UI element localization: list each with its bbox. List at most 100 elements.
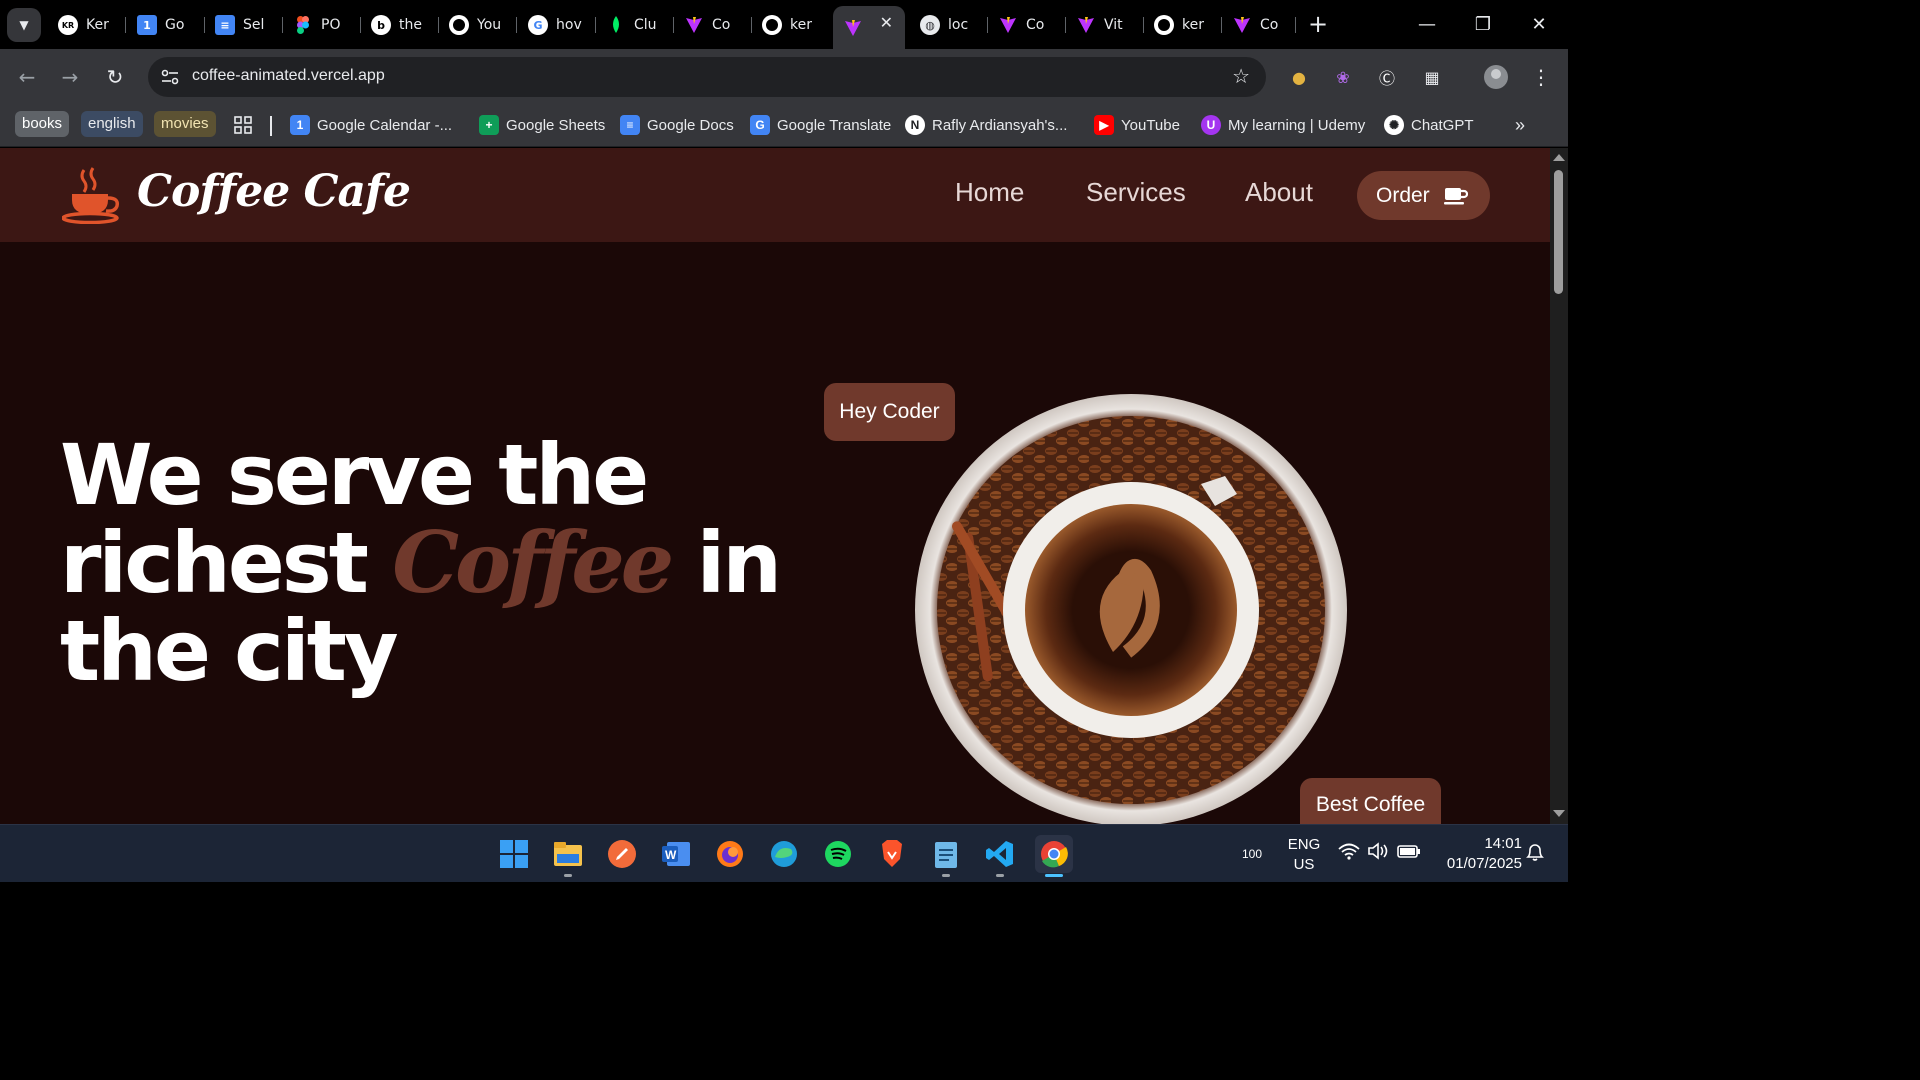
- nav-services[interactable]: Services: [1086, 177, 1186, 208]
- google-icon: G: [528, 15, 548, 35]
- site-settings-icon[interactable]: [158, 65, 182, 89]
- bookmark-label: YouTube: [1121, 116, 1180, 134]
- browser-tab[interactable]: You: [441, 8, 517, 42]
- windows-start-icon[interactable]: [495, 835, 533, 873]
- bookmark-item[interactable]: G Google Translate: [750, 111, 891, 139]
- bookmark-divider: [270, 116, 272, 136]
- clock[interactable]: 14:01 01/07/2025: [1434, 834, 1522, 874]
- order-label: Order: [1376, 183, 1430, 207]
- restore-button[interactable]: ❐: [1455, 0, 1511, 48]
- bookmark-label: Google Docs: [647, 116, 734, 134]
- scroll-down-icon[interactable]: [1553, 810, 1565, 817]
- order-button[interactable]: Order: [1357, 171, 1490, 220]
- language-indicator[interactable]: ENG US: [1285, 835, 1323, 875]
- figma-icon: [293, 15, 313, 35]
- globe-icon: ◍: [920, 15, 940, 35]
- tab-search-button[interactable]: ▼: [7, 8, 41, 42]
- site-logo-text[interactable]: Coffee Cafe: [137, 166, 411, 217]
- file-explorer-icon[interactable]: [549, 835, 587, 877]
- brave-icon[interactable]: [873, 835, 911, 873]
- reload-button[interactable]: ↻: [99, 61, 131, 93]
- browser-tab[interactable]: KR Ker: [50, 8, 126, 42]
- browser-tab[interactable]: ◍ loc: [912, 8, 988, 42]
- chrome-icon[interactable]: [1035, 835, 1073, 877]
- bookmark-item[interactable]: N Rafly Ardiansyah's...: [905, 111, 1067, 139]
- browser-tab[interactable]: ≡ Sel: [207, 8, 283, 42]
- nav-home[interactable]: Home: [955, 177, 1024, 208]
- browser-tab[interactable]: ker: [1146, 8, 1222, 42]
- scrollbar-thumb[interactable]: [1554, 170, 1563, 294]
- vite-icon: [1232, 15, 1252, 35]
- url-text[interactable]: coffee-animated.vercel.app: [192, 67, 385, 85]
- apps-grid-icon[interactable]: [233, 111, 253, 139]
- battery-icon[interactable]: [1397, 842, 1421, 866]
- notion-icon: N: [905, 115, 925, 135]
- bookmark-label: Google Sheets: [506, 116, 606, 134]
- tab-separator: [438, 17, 439, 33]
- browser-tab[interactable]: Co: [1224, 8, 1296, 42]
- kebab-menu-icon[interactable]: ⋮: [1527, 63, 1555, 91]
- bookmark-folder-chip[interactable]: movies: [154, 111, 216, 137]
- address-bar[interactable]: coffee-animated.vercel.app ☆: [148, 57, 1266, 97]
- forward-button[interactable]: →: [54, 61, 86, 93]
- nav-about[interactable]: About: [1245, 177, 1313, 208]
- tab-separator: [516, 17, 517, 33]
- browser-tab[interactable]: ✕: [833, 6, 905, 49]
- spotify-icon[interactable]: [819, 835, 857, 873]
- browser-tab[interactable]: Co: [676, 8, 752, 42]
- vite-icon: [684, 15, 704, 35]
- profile-avatar[interactable]: [1482, 63, 1510, 91]
- volume-icon[interactable]: [1367, 842, 1389, 866]
- bookmark-item[interactable]: 1 Google Calendar -...: [290, 111, 452, 139]
- bookmark-item[interactable]: ▶ YouTube: [1094, 111, 1180, 139]
- browser-tab[interactable]: Vit: [1068, 8, 1144, 42]
- pencil-app-icon[interactable]: [603, 835, 641, 873]
- vscode-icon[interactable]: [981, 835, 1019, 877]
- notepad-icon[interactable]: [927, 835, 965, 877]
- tab-title: Sel: [243, 17, 265, 33]
- notification-bell-icon[interactable]: [1524, 842, 1546, 868]
- close-window-button[interactable]: ✕: [1511, 0, 1567, 48]
- tab-separator: [1221, 17, 1222, 33]
- tab-title: ker: [790, 17, 812, 33]
- browser-toolbar: ← → ↻ coffee-animated.vercel.app ☆ ● ❀ Ⓒ…: [0, 49, 1568, 105]
- close-tab-icon[interactable]: ✕: [880, 13, 893, 32]
- tab-title: Co: [1260, 17, 1279, 33]
- bookmark-star-icon[interactable]: ☆: [1232, 64, 1250, 88]
- edge-icon[interactable]: [765, 835, 803, 873]
- tab-title: Vit: [1104, 17, 1123, 33]
- scroll-up-icon[interactable]: [1553, 154, 1565, 161]
- browser-tab[interactable]: ker: [754, 8, 830, 42]
- extension-coins-icon[interactable]: ●: [1285, 63, 1313, 91]
- google-calendar-icon: 1: [290, 115, 310, 135]
- firefox-icon[interactable]: [711, 835, 749, 873]
- browser-tab[interactable]: Co: [990, 8, 1066, 42]
- windows-taskbar: W 100 ENG US 14:01 01/07/2025: [0, 824, 1568, 882]
- browser-tab[interactable]: Ghov: [520, 8, 596, 42]
- word-icon[interactable]: W: [657, 835, 695, 873]
- chatgpt-icon: ✺: [1384, 115, 1404, 135]
- new-tab-button[interactable]: +: [1306, 10, 1330, 38]
- bookmark-item[interactable]: U My learning | Udemy: [1201, 111, 1365, 139]
- browser-tab[interactable]: Clu: [598, 8, 674, 42]
- bookmark-item[interactable]: ≡ Google Docs: [620, 111, 734, 139]
- minimize-button[interactable]: —: [1399, 0, 1455, 48]
- browser-tab[interactable]: b the: [363, 8, 439, 42]
- browser-tab[interactable]: 1 Go: [129, 8, 205, 42]
- wifi-icon[interactable]: [1338, 842, 1360, 866]
- bookmark-item[interactable]: ✺ ChatGPT: [1384, 111, 1474, 139]
- web-page: Coffee Cafe Home Services About Order We…: [0, 148, 1550, 824]
- extensions-puzzle-icon[interactable]: ▦: [1418, 63, 1446, 91]
- more-bookmarks-button[interactable]: »: [1515, 111, 1525, 139]
- bookmark-folder-chip[interactable]: english: [81, 111, 143, 137]
- bookmark-folder-chip[interactable]: books: [15, 111, 70, 137]
- extension-grammarly-icon[interactable]: Ⓒ: [1373, 63, 1401, 91]
- extension-brain-icon[interactable]: ❀: [1329, 63, 1357, 91]
- bookmark-item[interactable]: + Google Sheets: [479, 111, 605, 139]
- page-scrollbar[interactable]: [1550, 148, 1568, 824]
- browser-tab[interactable]: PO: [285, 8, 361, 42]
- clock-time: 14:01: [1484, 835, 1522, 852]
- youtube-icon: ▶: [1094, 115, 1114, 135]
- language-line-1: ENG: [1287, 836, 1321, 853]
- back-button[interactable]: ←: [11, 61, 43, 93]
